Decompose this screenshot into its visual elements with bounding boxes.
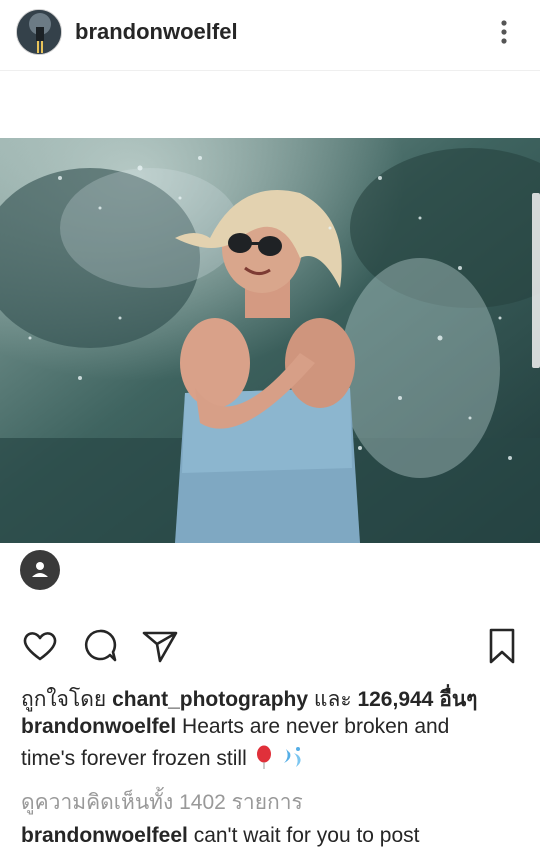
liked-by-joiner: และ [313,688,352,711]
avatar-image [17,10,61,54]
send-icon[interactable] [140,626,180,666]
liked-by-user[interactable]: chant_photography [112,688,308,711]
comment-icon[interactable] [80,626,120,666]
caption-text-1: Hearts are never broken and [182,715,450,738]
caption-line-1: brandonwoelfel Hearts are never broken a… [21,715,449,739]
likes-suffix[interactable]: อื่นๆ [439,688,477,711]
caption-username[interactable]: brandonwoelfel [21,715,176,738]
view-all-comments-link[interactable]: ดูความคิดเห็นทั้ง 1402 รายการ [21,786,303,819]
comment-text: can't wait for you to post [193,824,420,847]
post-header: brandonwoelfel [0,0,540,71]
post-photo[interactable] [0,138,540,543]
comment-username[interactable]: brandonwoelfeel [21,824,188,847]
heart-icon[interactable] [20,626,60,666]
comment-line: brandonwoelfeel can't wait for you to po… [21,824,420,848]
more-vertical-icon[interactable] [494,18,514,48]
balloon-emoji-icon [256,745,271,769]
bookmark-icon[interactable] [482,626,522,666]
caption-text-2: time's forever frozen still [21,747,247,770]
likes-count[interactable]: 126,944 [357,688,433,711]
caption-line-2: time's forever frozen still [21,745,304,771]
profile-avatar[interactable] [16,9,62,55]
post-username[interactable]: brandonwoelfel [75,19,238,45]
liked-by-prefix: ถูกใจโดย [21,688,107,711]
likes-line: ถูกใจโดย chant_photography และ 126,944 อ… [21,683,477,716]
user-tag-icon[interactable] [20,550,60,590]
splash-emoji-icon [284,747,302,767]
